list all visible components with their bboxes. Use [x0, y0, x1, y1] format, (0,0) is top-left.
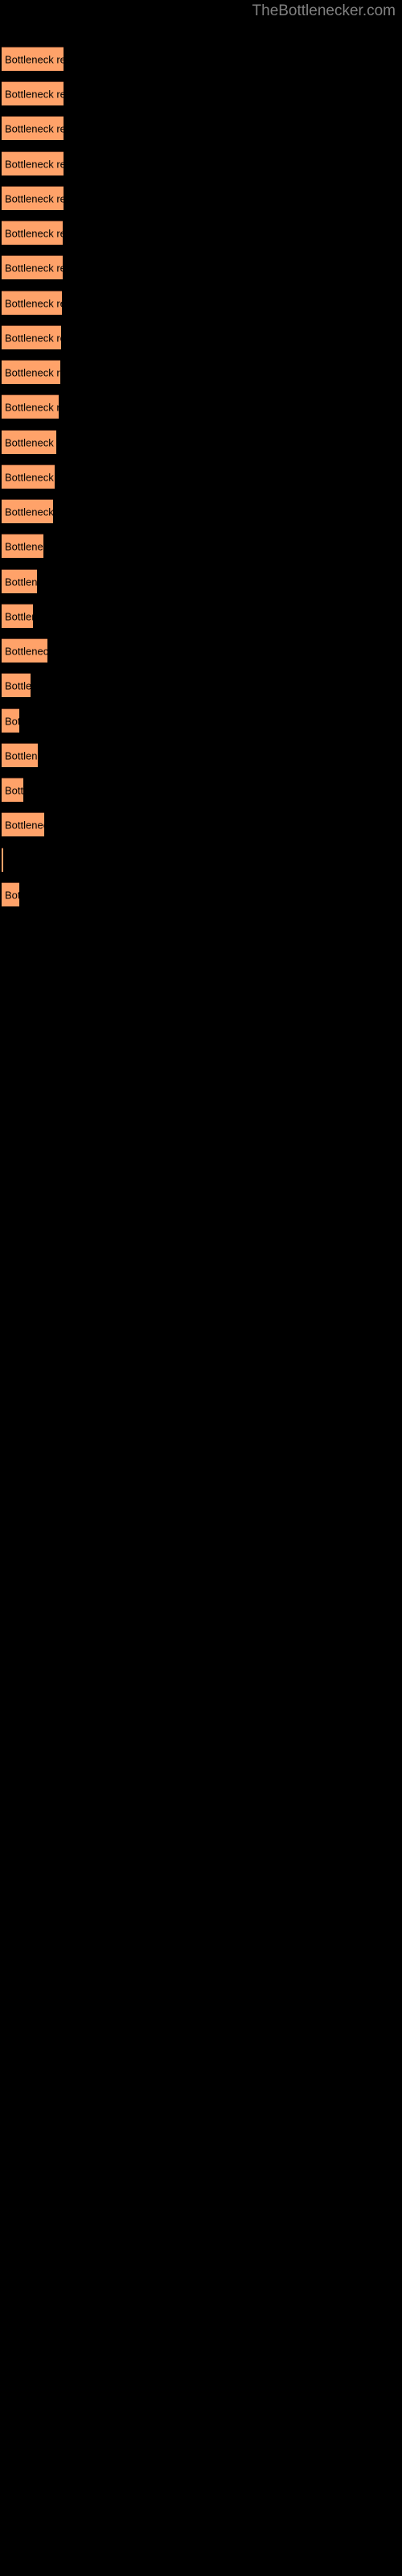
bar-label: Bottleneck result [5, 749, 38, 762]
bar-16[interactable]: Bottleneck result [2, 569, 37, 593]
bar-7[interactable]: Bottleneck result [2, 255, 63, 279]
bar-19[interactable]: Bottleneck result [2, 673, 31, 697]
bar-label: Bottleneck result [5, 297, 62, 309]
bar-label: Bottleneck result [5, 576, 37, 588]
bar-18[interactable]: Bottleneck result [2, 638, 47, 663]
bar-8[interactable]: Bottleneck result [2, 291, 62, 315]
bar-label: Bottleneck result [5, 645, 47, 657]
bar-label: Bottleneck result [5, 192, 64, 204]
bar-2[interactable]: Bottleneck result [2, 81, 64, 105]
bar-label: Bottleneck result [5, 332, 61, 344]
bar-14[interactable]: Bottleneck result [2, 499, 53, 523]
bar-label: Bottleneck result [5, 819, 44, 831]
bar-5[interactable]: Bottleneck result [2, 186, 64, 210]
bar-label: Bottleneck result [5, 506, 53, 518]
bar-label: Bottleneck result [5, 540, 43, 552]
bar-6[interactable]: Bottleneck result [2, 221, 63, 245]
bar-label: Bottleneck result [5, 715, 19, 727]
bar-17[interactable]: Bottleneck result [2, 604, 33, 628]
bar-label: Bottleneck result [5, 436, 56, 448]
bar-23[interactable]: Bottleneck result [2, 812, 44, 836]
bar-12[interactable]: Bottleneck result [2, 430, 56, 454]
bar-24[interactable]: Bottleneck result [2, 848, 3, 872]
bar-label: Bottleneck result [5, 53, 64, 65]
bar-3[interactable]: Bottleneck result [2, 116, 64, 140]
bottleneck-bar-chart: Bottleneck result Bottleneck result Bottle… [0, 0, 402, 2576]
bar-label: Bottleneck result [5, 401, 59, 413]
bar-label: Bottleneck result [5, 889, 19, 901]
bar-label: Bottleneck result [5, 88, 64, 100]
page-root: TheBottlenecker.com Bottleneck resultBot… [0, 0, 402, 2576]
bar-label: Bottleneck result [5, 366, 60, 378]
bar-label: Bottleneck result [5, 122, 64, 134]
bar-13[interactable]: Bottleneck result [2, 464, 55, 489]
bar-label: Bottleneck result [5, 158, 64, 170]
bar-22[interactable]: Bottleneck result [2, 778, 23, 802]
bar-label: Bottleneck result [5, 262, 63, 274]
bar-10[interactable]: Bottleneck result [2, 360, 60, 384]
bar-1[interactable]: Bottleneck result [2, 47, 64, 71]
bar-20[interactable]: Bottleneck result [2, 708, 19, 733]
bar-label: Bottleneck result [5, 471, 55, 483]
bar-4[interactable]: Bottleneck result [2, 151, 64, 175]
bar-15[interactable]: Bottleneck result [2, 534, 43, 558]
bar-9[interactable]: Bottleneck result [2, 325, 61, 349]
bar-label: Bottleneck result [5, 227, 63, 239]
bar-21[interactable]: Bottleneck result [2, 743, 38, 767]
bar-label: Bottleneck result [5, 679, 31, 691]
bar-label: Bottleneck result [5, 784, 23, 796]
bar-label: Bottleneck result [5, 610, 33, 622]
bar-25[interactable]: Bottleneck result [2, 882, 19, 906]
bar-11[interactable]: Bottleneck result [2, 394, 59, 419]
